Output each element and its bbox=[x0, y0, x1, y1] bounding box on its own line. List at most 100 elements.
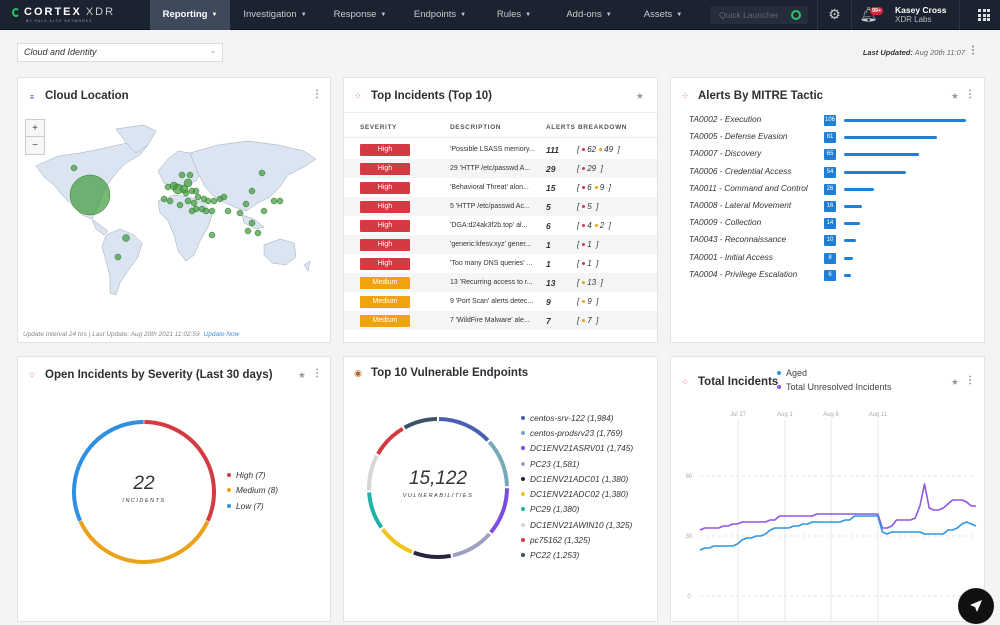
location-marker[interactable] bbox=[204, 197, 212, 205]
update-now-link[interactable]: Update Now bbox=[204, 331, 240, 338]
endpoint-legend-item[interactable]: DC1ENV21ADC01 (1,380) bbox=[521, 471, 633, 486]
incident-description[interactable]: 5 'HTTP /etc/passwd Ac... bbox=[450, 203, 530, 210]
severity-slice-1[interactable] bbox=[78, 520, 210, 564]
endpoint-legend-item[interactable]: DC1ENV21AWIN10 (1,325) bbox=[521, 517, 633, 532]
location-marker[interactable] bbox=[70, 164, 78, 172]
incident-description[interactable]: 'DGA:d24ak3f2b.top' al... bbox=[450, 222, 527, 229]
mitre-tactic-row[interactable]: TA0007 - Discovery 65 bbox=[689, 148, 989, 161]
unresolved-incidents-line[interactable] bbox=[699, 483, 976, 531]
mitre-tactic-row[interactable]: TA0006 - Credential Access 54 bbox=[689, 166, 989, 179]
location-marker[interactable] bbox=[236, 209, 244, 217]
endpoint-slice-9[interactable] bbox=[403, 417, 438, 430]
severity-legend-item[interactable]: Low (7) bbox=[227, 498, 278, 514]
cortex-xdr-logo[interactable]: CORTEX XDR BY PALO ALTO NETWORKS bbox=[0, 0, 150, 30]
endpoint-legend-item[interactable]: PC23 (1,581) bbox=[521, 456, 633, 471]
nav-reporting[interactable]: Reporting ▼ bbox=[150, 0, 230, 30]
map-zoom-in-button[interactable]: + bbox=[26, 120, 44, 137]
endpoint-legend-item[interactable]: pc75162 (1,325) bbox=[521, 532, 633, 547]
incident-row[interactable]: High'generic:kfesv.xyz' gener... 1[1 ] bbox=[344, 235, 657, 254]
incident-description[interactable]: 'Behavioral Threat' alon... bbox=[450, 184, 529, 191]
incident-description[interactable]: 'Possible LSASS memory... bbox=[450, 146, 535, 153]
endpoint-legend-item[interactable]: PC22 (1,253) bbox=[521, 548, 633, 563]
location-marker[interactable] bbox=[190, 199, 198, 207]
legend-item-aged[interactable]: Aged bbox=[777, 366, 892, 380]
favorite-star-icon[interactable]: ★ bbox=[636, 91, 644, 102]
mitre-tactic-row[interactable]: TA0009 - Collection 14 bbox=[689, 217, 989, 230]
total-incidents-line-chart[interactable]: Jul 27 Aug 1 Aug 6 Aug 11 0 30 60 bbox=[671, 402, 984, 622]
incident-row[interactable]: High 'DGA:d24ak3f2b.top' al... 6 [4 2 ] bbox=[344, 216, 657, 235]
location-marker[interactable] bbox=[242, 200, 250, 208]
location-marker[interactable] bbox=[244, 227, 252, 235]
location-marker[interactable] bbox=[220, 193, 228, 201]
severity-legend-item[interactable]: High (7) bbox=[227, 467, 278, 483]
location-marker[interactable] bbox=[184, 197, 192, 205]
endpoint-slice-3[interactable] bbox=[452, 532, 491, 558]
location-marker[interactable] bbox=[69, 174, 111, 216]
legend-item-unresolved[interactable]: Total Unresolved Incidents bbox=[777, 380, 892, 394]
location-marker[interactable] bbox=[248, 187, 256, 195]
quick-launcher-icon[interactable] bbox=[791, 9, 801, 20]
endpoint-slice-5[interactable] bbox=[381, 527, 413, 554]
location-marker[interactable] bbox=[208, 231, 216, 239]
location-marker[interactable] bbox=[208, 207, 216, 215]
location-marker[interactable] bbox=[176, 201, 184, 209]
endpoint-legend-item[interactable]: centos-prodsrv23 (1,769) bbox=[521, 425, 633, 440]
notifications-bell-icon[interactable]: 🔔︎ 99+ bbox=[852, 0, 885, 30]
severity-legend-item[interactable]: Medium (8) bbox=[227, 483, 278, 499]
dashboard-selector[interactable]: Cloud and Identity ⌄ bbox=[17, 43, 223, 62]
endpoint-slice-0[interactable] bbox=[438, 417, 490, 442]
widget-menu-kebab-icon[interactable]: ⋮ bbox=[965, 89, 975, 100]
favorite-star-icon[interactable]: ★ bbox=[298, 370, 306, 381]
location-marker[interactable] bbox=[224, 207, 232, 215]
incident-row[interactable]: High 29 'HTTP /etc/passwd A... 29[29 ] bbox=[344, 159, 657, 178]
column-header-description[interactable]: DESCRIPTION bbox=[450, 124, 501, 131]
nav-investigation[interactable]: Investigation ▼ bbox=[230, 0, 320, 30]
nav-endpoints[interactable]: Endpoints ▼ bbox=[400, 0, 480, 30]
endpoint-slice-4[interactable] bbox=[413, 550, 452, 559]
world-map[interactable] bbox=[18, 111, 330, 321]
location-marker[interactable] bbox=[258, 169, 266, 177]
nav-addons[interactable]: Add-ons ▼ bbox=[548, 0, 630, 30]
incident-description[interactable]: 29 'HTTP /etc/passwd A... bbox=[450, 165, 530, 172]
dashboard-menu-kebab-icon[interactable]: ⋮ bbox=[968, 45, 978, 56]
location-marker[interactable] bbox=[276, 197, 284, 205]
location-marker[interactable] bbox=[194, 193, 202, 201]
incident-row[interactable]: High 5 'HTTP /etc/passwd Ac... 5[5 ] bbox=[344, 197, 657, 216]
location-marker[interactable] bbox=[270, 197, 278, 205]
incident-row[interactable]: High 'Behavioral Threat' alon... 15 [6 9 ] bbox=[344, 178, 657, 197]
column-header-alerts-breakdown[interactable]: ALERTS BREAKDOWN bbox=[546, 124, 627, 131]
quick-launcher-input[interactable]: Quick Launcher bbox=[710, 5, 808, 24]
location-marker[interactable] bbox=[188, 207, 196, 215]
severity-slice-2[interactable] bbox=[72, 420, 144, 522]
mitre-tactic-row[interactable]: TA0004 - Privilege Escalation 6 bbox=[689, 269, 989, 282]
nav-response[interactable]: Response ▼ bbox=[320, 0, 400, 30]
favorite-star-icon[interactable]: ★ bbox=[951, 377, 959, 388]
incident-description[interactable]: 'generic:kfesv.xyz' gener... bbox=[450, 241, 531, 248]
nav-rules[interactable]: Rules ▼ bbox=[480, 0, 548, 30]
endpoint-legend-item[interactable]: DC1ENV21ASRV01 (1,745) bbox=[521, 441, 633, 456]
location-marker[interactable] bbox=[210, 197, 218, 205]
incident-description[interactable]: 13 'Recurring access to r... bbox=[450, 279, 533, 286]
incident-description[interactable]: 'Too many DNS queries' ... bbox=[450, 260, 532, 267]
location-marker[interactable] bbox=[260, 207, 268, 215]
widget-menu-kebab-icon[interactable]: ⋮ bbox=[312, 89, 322, 100]
column-header-severity[interactable]: SEVERITY bbox=[360, 124, 397, 131]
incident-row[interactable]: Medium 7 'WildFire Malware' ale... 7[7 ] bbox=[344, 311, 657, 330]
mitre-tactic-row[interactable]: TA0002 - Execution 106 bbox=[689, 114, 989, 127]
location-marker[interactable] bbox=[186, 171, 194, 179]
incident-row[interactable]: Medium 13 'Recurring access to r... 13[13 … bbox=[344, 273, 657, 292]
incident-row[interactable]: High 'Possible LSASS memory... 111[62 49 ] bbox=[344, 140, 657, 159]
location-marker[interactable] bbox=[254, 229, 262, 237]
location-marker[interactable] bbox=[183, 178, 193, 188]
location-marker[interactable] bbox=[192, 187, 200, 195]
endpoint-legend-item[interactable]: PC29 (1,380) bbox=[521, 502, 633, 517]
favorite-star-icon[interactable]: ★ bbox=[951, 91, 959, 102]
location-marker[interactable] bbox=[248, 219, 256, 227]
map-zoom-out-button[interactable]: − bbox=[26, 137, 44, 154]
incident-row[interactable]: High 'Too many DNS queries' ... 1[1 ] bbox=[344, 254, 657, 273]
incident-row[interactable]: Medium 9 'Port Scan' alerts detec... 9[9 ] bbox=[344, 292, 657, 311]
chat-assistant-button[interactable] bbox=[958, 588, 994, 624]
location-marker[interactable] bbox=[166, 197, 174, 205]
widget-menu-kebab-icon[interactable]: ⋮ bbox=[965, 375, 975, 386]
mitre-tactic-row[interactable]: TA0005 - Defense Evasion 81 bbox=[689, 131, 989, 144]
